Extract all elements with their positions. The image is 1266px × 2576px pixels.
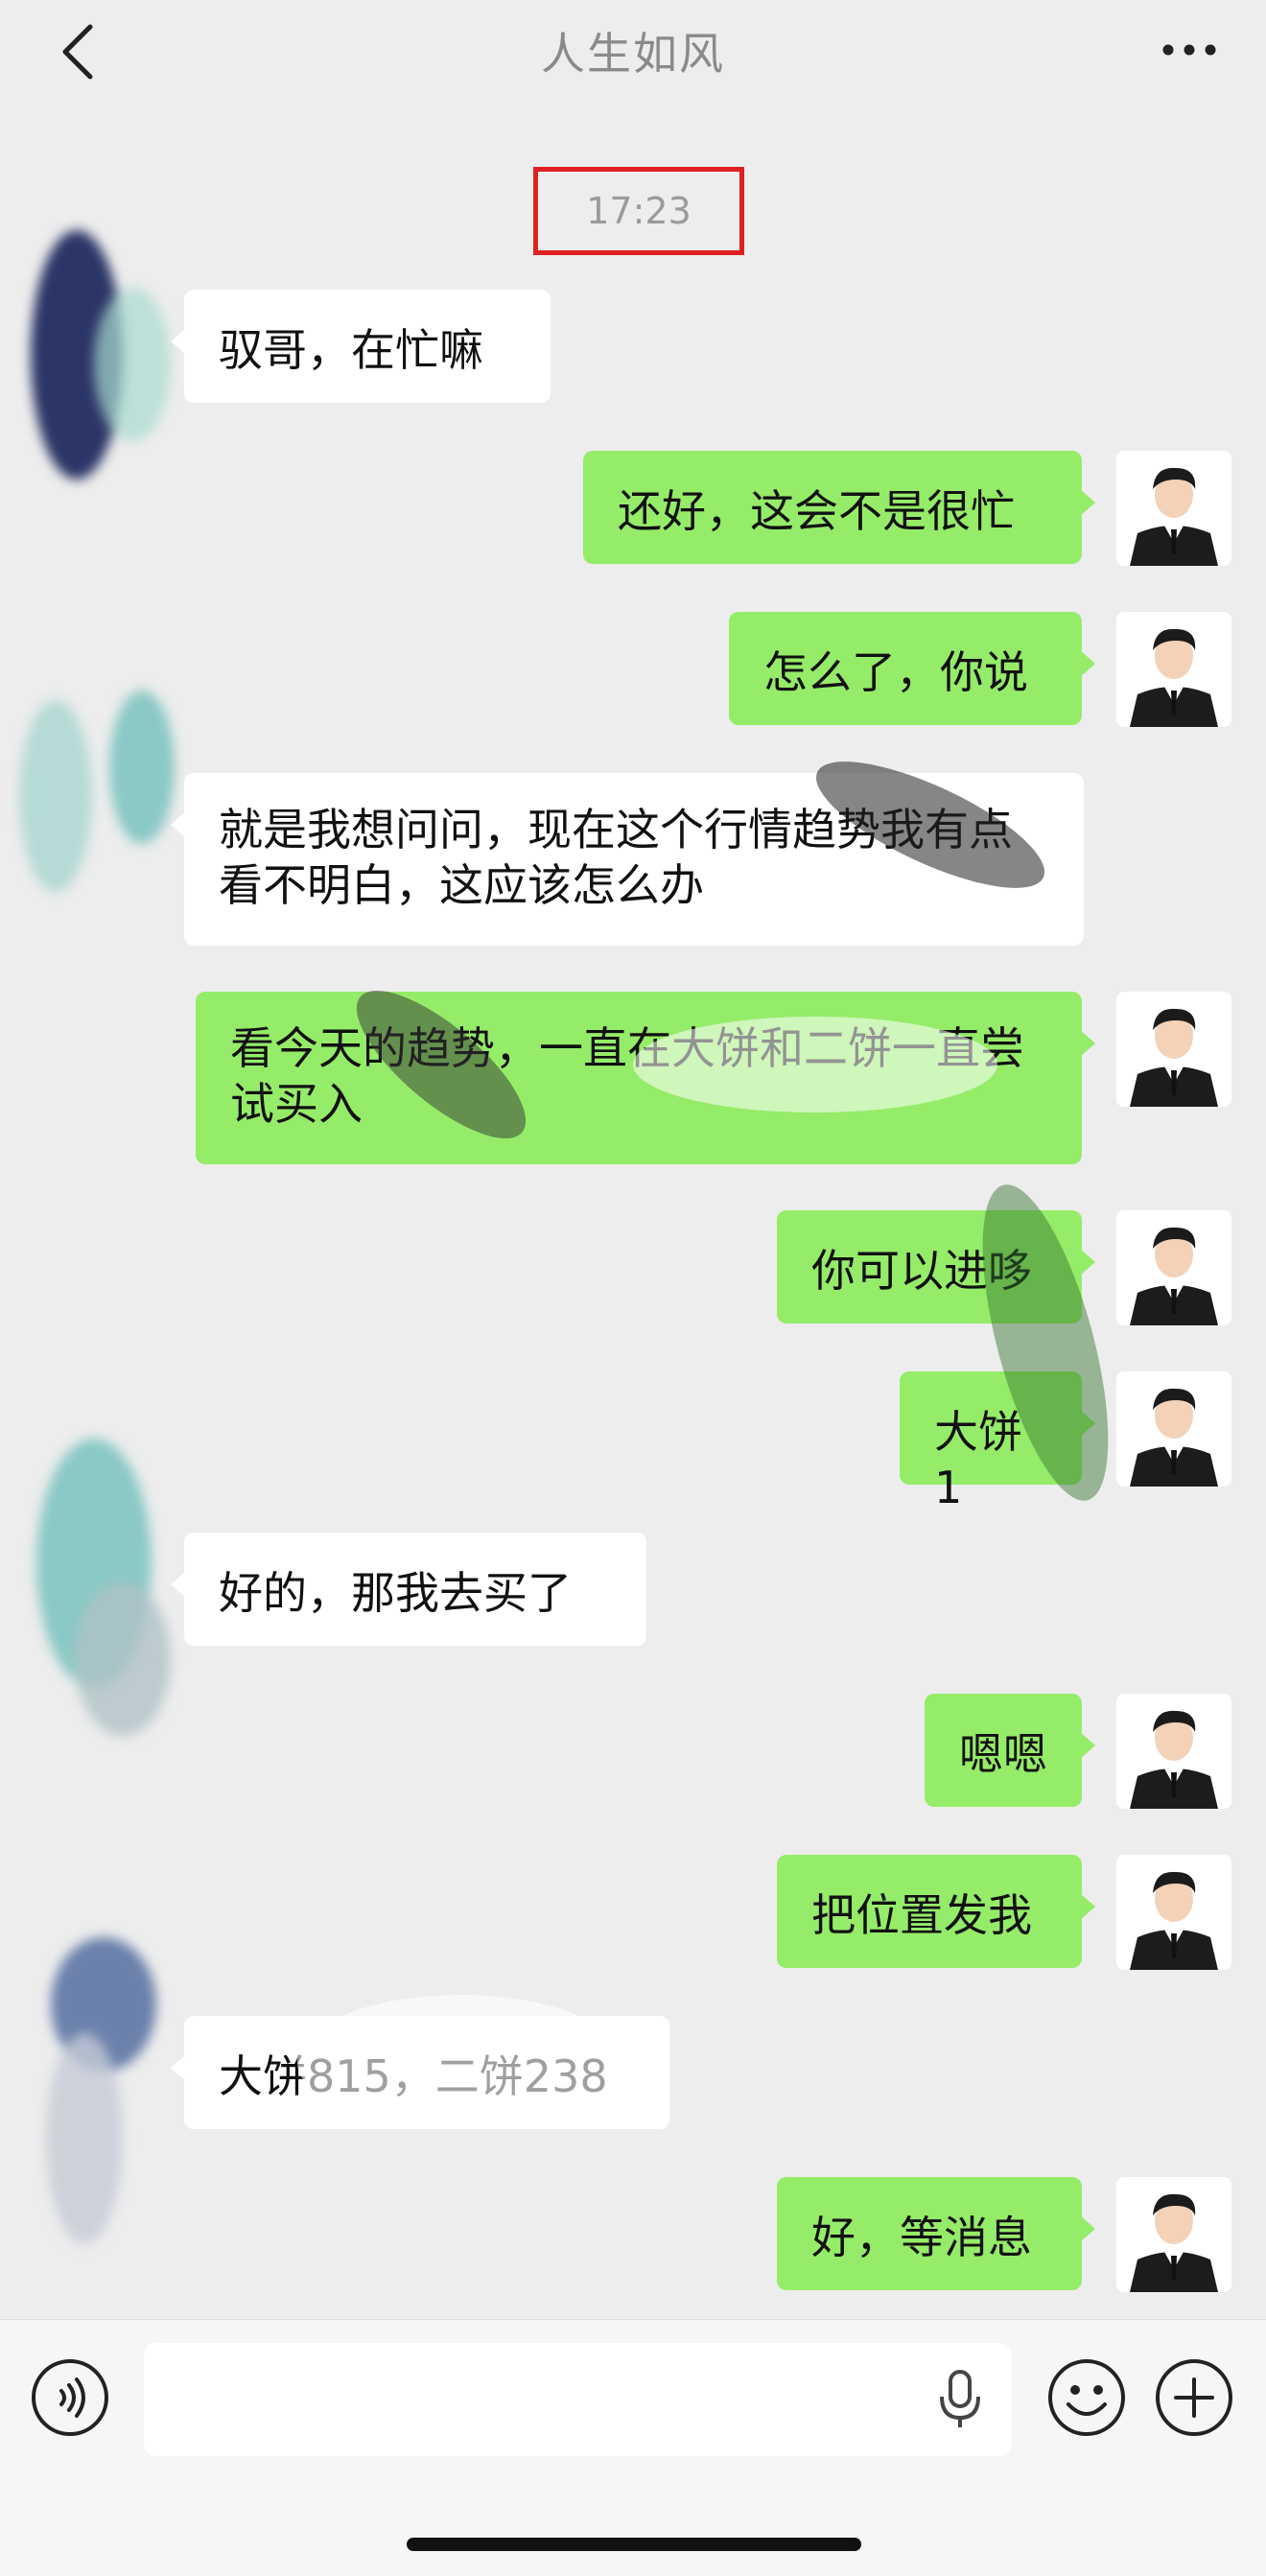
my-avatar[interactable] [1116, 992, 1231, 1107]
message-text: 驭哥，在忙嘛 [219, 324, 483, 376]
my-avatar[interactable] [1116, 1855, 1231, 1970]
plus-icon[interactable] [1153, 2356, 1235, 2439]
my-avatar[interactable] [1116, 1371, 1231, 1487]
contact-avatar[interactable] [17, 221, 180, 499]
my-avatar[interactable] [1116, 1210, 1231, 1325]
my-avatar[interactable] [1116, 2177, 1231, 2292]
contact-avatar[interactable] [17, 671, 180, 911]
more-dots-icon[interactable] [1160, 38, 1218, 61]
message-input[interactable] [144, 2343, 1011, 2456]
businessman-icon [1116, 612, 1231, 727]
emoji-icon[interactable] [1045, 2356, 1128, 2439]
message-bubble-sent[interactable]: 怎么了，你说 [729, 612, 1095, 725]
my-avatar[interactable] [1116, 451, 1231, 566]
chat-title: 人生如风 [541, 28, 725, 80]
message-text: 大饼1 [934, 1406, 1022, 1513]
message-bubble-sent[interactable]: 嗯嗯 [925, 1694, 1095, 1807]
message-bubble-sent[interactable]: 还好，这会不是很忙 [583, 451, 1095, 564]
message-text: 就是我想问问，现在这个行情趋势我有点看不明白，这应该怎么办 [219, 804, 1013, 911]
message-bubble-sent[interactable]: 看今天的趋势，一直在大饼和二饼一直尝试买入 [196, 992, 1095, 1164]
message-text: 怎么了，你说 [763, 646, 1028, 698]
message-bubble-sent[interactable]: 把位置发我 [777, 1855, 1095, 1968]
message-bubble-sent[interactable]: 你可以进哆 [777, 1210, 1095, 1323]
contact-avatar[interactable] [17, 1429, 180, 1755]
businessman-icon [1116, 1694, 1231, 1809]
my-avatar[interactable] [1116, 612, 1231, 727]
message-text: 大饼815，二饼238 [219, 2050, 608, 2102]
home-indicator[interactable] [407, 2538, 861, 2551]
message-text: 好的，那我去买了 [219, 1567, 572, 1619]
chat-header: 人生如风 [0, 0, 1266, 105]
businessman-icon [1116, 451, 1231, 566]
message-text: 把位置发我 [811, 1889, 1032, 1941]
message-bubble-received[interactable]: 大饼815，二饼238 [171, 2016, 669, 2129]
my-avatar[interactable] [1116, 1694, 1231, 1809]
message-text: 好，等消息 [811, 2212, 1032, 2263]
message-text: 看今天的趋势，一直在大饼和二饼一直尝试买入 [230, 1022, 1024, 1130]
message-bubble-received[interactable]: 驭哥，在忙嘛 [171, 290, 551, 403]
businessman-icon [1116, 1210, 1231, 1325]
message-bubble-received[interactable]: 就是我想问问，现在这个行情趋势我有点看不明白，这应该怎么办 [171, 773, 1084, 946]
mic-icon[interactable] [936, 2368, 984, 2431]
voice-icon[interactable] [29, 2356, 111, 2439]
timestamp-highlight-box: 17:23 [533, 167, 744, 255]
message-bubble-sent[interactable]: 好，等消息 [777, 2177, 1095, 2290]
businessman-icon [1116, 992, 1231, 1107]
businessman-icon [1116, 1371, 1231, 1487]
message-text: 嗯嗯 [959, 1728, 1047, 1780]
message-bubble-sent[interactable]: 大饼1 [900, 1371, 1095, 1513]
message-text: 你可以进哆 [811, 1245, 1032, 1297]
businessman-icon [1116, 2177, 1231, 2292]
message-text: 还好，这会不是很忙 [618, 485, 1015, 537]
contact-avatar[interactable] [17, 1928, 180, 2254]
message-bubble-received[interactable]: 好的，那我去买了 [171, 1533, 646, 1646]
businessman-icon [1116, 1855, 1231, 1970]
message-timestamp: 17:23 [586, 190, 692, 232]
